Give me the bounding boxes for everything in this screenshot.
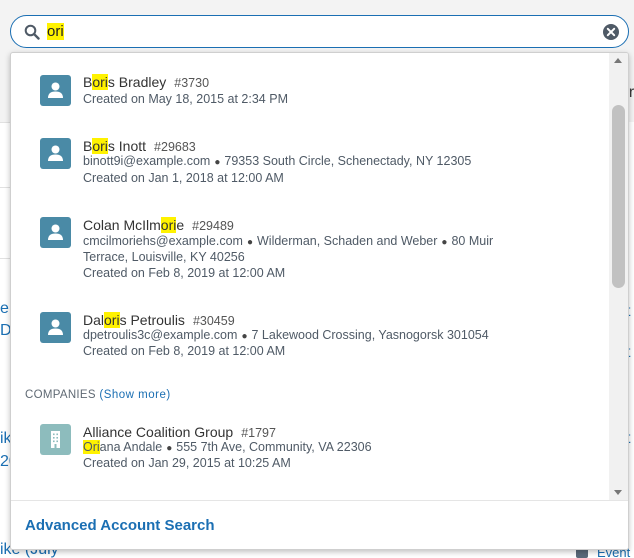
advanced-account-search-link[interactable]: Advanced Account Search bbox=[25, 517, 215, 534]
result-created: Created on Jan 1, 2018 at 12:00 AM bbox=[83, 171, 284, 185]
name-part: s Petroulis bbox=[119, 312, 185, 328]
results-list: Boris Bradley #3730 Created on May 18, 20… bbox=[11, 53, 609, 500]
result-item[interactable]: Colan McIlmorie #29489 cmcilmoriehs@examp… bbox=[11, 210, 609, 285]
name-highlight: ori bbox=[160, 217, 177, 233]
background-text: e bbox=[0, 300, 9, 317]
result-number: #29489 bbox=[192, 219, 234, 233]
background-divider bbox=[0, 258, 10, 259]
company-number: #1797 bbox=[241, 426, 276, 440]
separator-dot: ● bbox=[441, 237, 448, 248]
result-contact: binott9i@example.com ● 79353 South Circle,… bbox=[83, 154, 471, 168]
person-avatar-icon bbox=[40, 138, 71, 169]
scroll-up-arrow-icon[interactable] bbox=[614, 58, 622, 63]
person-avatar-icon bbox=[40, 217, 71, 248]
result-name: Boris Bradley #3730 bbox=[83, 74, 209, 90]
result-created: Created on Feb 8, 2019 at 12:00 AM bbox=[83, 344, 286, 358]
show-more-link[interactable]: (Show more) bbox=[99, 389, 170, 401]
result-name: Daloris Petroulis #30459 bbox=[83, 312, 235, 328]
company-name: Alliance Coalition Group #1797 bbox=[83, 424, 276, 440]
search-results-dropdown: Boris Bradley #3730 Created on May 18, 20… bbox=[10, 52, 629, 550]
result-number: #3730 bbox=[174, 76, 210, 90]
name-part: s Inott bbox=[107, 138, 147, 154]
search-input-value: ori bbox=[47, 23, 64, 40]
name-highlight: ori bbox=[92, 74, 108, 90]
result-address: 7 Lakewood Crossing, Yasnogorsk 301054 bbox=[251, 328, 489, 342]
search-bar[interactable]: ori bbox=[10, 15, 629, 48]
result-address: 79353 South Circle, Schenectady, NY 1230… bbox=[224, 154, 472, 168]
results-scrollbar[interactable] bbox=[609, 53, 628, 500]
result-name: Boris Inott #29683 bbox=[83, 138, 196, 154]
building-icon bbox=[40, 424, 71, 455]
companies-section-header: COMPANIES (Show more) bbox=[25, 389, 171, 401]
result-company: Wilderman, Schaden and Weber bbox=[257, 234, 438, 248]
dropdown-footer: Advanced Account Search bbox=[11, 500, 628, 549]
clear-search-icon[interactable] bbox=[602, 23, 620, 41]
contact-highlight: Ori bbox=[83, 440, 100, 454]
name-highlight: ori bbox=[104, 312, 120, 328]
company-address: 555 7th Ave, Community, VA 22306 bbox=[176, 440, 372, 454]
scrollbar-thumb[interactable] bbox=[612, 105, 625, 288]
separator-dot: ● bbox=[214, 157, 221, 168]
name-part: e bbox=[176, 217, 185, 233]
person-avatar-icon bbox=[40, 312, 71, 343]
result-created: Created on Feb 8, 2019 at 12:00 AM bbox=[83, 266, 286, 280]
section-title: COMPANIES bbox=[25, 389, 96, 401]
result-number: #29683 bbox=[154, 140, 196, 154]
background-divider bbox=[0, 187, 10, 188]
result-email: cmcilmoriehs@example.com bbox=[83, 234, 243, 248]
search-icon bbox=[24, 24, 40, 40]
name-part: s Bradley bbox=[107, 74, 167, 90]
result-item[interactable]: Boris Bradley #3730 Created on May 18, 20… bbox=[11, 67, 609, 117]
name-part: Colan McIlm bbox=[83, 217, 161, 233]
result-address-continued: Terrace, Louisville, KY 40256 bbox=[83, 250, 245, 264]
name-part: B bbox=[83, 74, 93, 90]
contact-name: ana Andale bbox=[99, 440, 163, 454]
result-name: Colan McIlmorie #29489 bbox=[83, 217, 234, 233]
company-created: Created on Jan 29, 2015 at 10:25 AM bbox=[83, 456, 291, 470]
name-part: Dal bbox=[83, 312, 105, 328]
person-avatar-icon bbox=[40, 75, 71, 106]
search-input[interactable]: ori bbox=[47, 23, 64, 40]
background-divider bbox=[0, 122, 10, 123]
result-number: #30459 bbox=[192, 314, 235, 328]
result-email: dpetroulis3c@example.com bbox=[83, 328, 238, 342]
result-contact: cmcilmoriehs@example.com ● Wilderman, Scha… bbox=[83, 234, 493, 248]
result-contact: dpetroulis3c@example.com ● 7 Lakewood Cros… bbox=[83, 328, 489, 342]
company-result-item[interactable]: Alliance Coalition Group #1797 Oriana And… bbox=[11, 417, 609, 477]
name-highlight: ori bbox=[92, 138, 108, 154]
result-email: binott9i@example.com bbox=[83, 154, 211, 168]
name-part: B bbox=[83, 138, 93, 154]
result-item[interactable]: Boris Inott #29683 binott9i@example.com ● 7… bbox=[11, 131, 609, 191]
scroll-down-arrow-icon[interactable] bbox=[614, 490, 622, 495]
result-address: 80 Muir bbox=[451, 234, 494, 248]
company-name-text: Alliance Coalition Group bbox=[83, 424, 234, 440]
company-contact: Oriana Andale ● 555 7th Ave, Community, VA… bbox=[83, 440, 372, 454]
result-created: Created on May 18, 2015 at 2:34 PM bbox=[83, 92, 288, 106]
separator-dot: ● bbox=[246, 237, 253, 248]
separator-dot: ● bbox=[166, 443, 173, 454]
separator-dot: ● bbox=[241, 331, 248, 342]
result-item[interactable]: Daloris Petroulis #30459 dpetroulis3c@exa… bbox=[11, 305, 609, 365]
